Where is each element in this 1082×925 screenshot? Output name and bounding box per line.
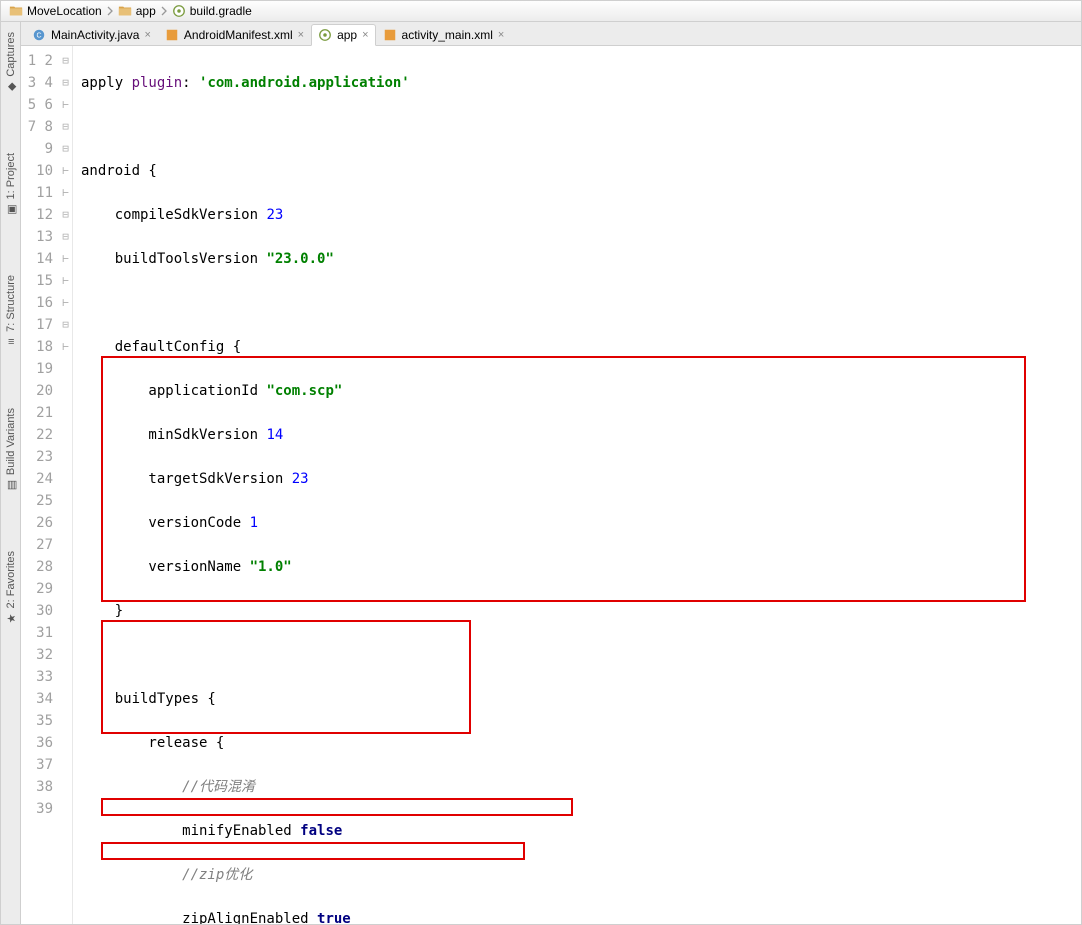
tab-manifest[interactable]: AndroidManifest.xml × <box>158 24 311 45</box>
tab-mainactivity[interactable]: C MainActivity.java × <box>25 24 158 45</box>
breadcrumb-label: MoveLocation <box>27 4 102 18</box>
structure-icon: ≡ <box>5 336 17 348</box>
breadcrumb-item-file[interactable]: build.gradle <box>168 2 256 20</box>
close-icon[interactable]: × <box>498 29 504 41</box>
highlight-box-files <box>101 842 525 860</box>
code-content[interactable]: apply plugin: 'com.android.application' … <box>73 46 1081 924</box>
fold-bar[interactable]: ⊟ ⊟ ⊢ ⊟ ⊟ ⊢ ⊢ ⊟ ⊟ ⊢ ⊢ ⊢ ⊟ ⊢ <box>59 46 73 924</box>
folder-icon <box>9 4 23 18</box>
chevron-right-icon <box>106 2 114 20</box>
xml-icon <box>165 28 179 42</box>
tab-label: AndroidManifest.xml <box>184 28 293 42</box>
main-area: ◆ Captures ▣ 1: Project ≡ 7: Structure ▤… <box>0 22 1082 925</box>
tool-label: 1: Project <box>5 153 17 199</box>
tool-project[interactable]: ▣ 1: Project <box>5 153 17 215</box>
tab-label: MainActivity.java <box>51 28 139 42</box>
folder-icon <box>118 4 132 18</box>
tab-label: activity_main.xml <box>402 28 493 42</box>
close-icon[interactable]: × <box>298 29 304 41</box>
breadcrumb-label: app <box>136 4 156 18</box>
breadcrumb-item-module[interactable]: app <box>114 2 160 20</box>
close-icon[interactable]: × <box>362 29 368 41</box>
breadcrumb-label: build.gradle <box>190 4 252 18</box>
highlight-box-sourcesets <box>101 620 471 734</box>
tool-favorites[interactable]: ★ 2: Favorites <box>5 551 17 624</box>
tool-captures[interactable]: ◆ Captures <box>5 32 17 93</box>
chevron-right-icon <box>160 2 168 20</box>
breadcrumb: MoveLocation app build.gradle <box>0 0 1082 22</box>
xml-icon <box>383 28 397 42</box>
line-gutter: 1 2 3 4 5 6 7 8 9 10 11 12 13 14 15 16 1… <box>21 46 59 924</box>
tool-build-variants[interactable]: ▤ Build Variants <box>5 408 17 491</box>
build-variants-icon: ▤ <box>5 479 17 491</box>
tab-label: app <box>337 28 357 42</box>
svg-text:C: C <box>36 33 41 40</box>
tool-label: 2: Favorites <box>5 551 17 608</box>
tab-activity-main[interactable]: activity_main.xml × <box>376 24 512 45</box>
editor-area: C MainActivity.java × AndroidManifest.xm… <box>21 22 1081 924</box>
editor-tabs: C MainActivity.java × AndroidManifest.xm… <box>21 22 1081 46</box>
captures-icon: ◆ <box>5 81 17 93</box>
breadcrumb-item-project[interactable]: MoveLocation <box>5 2 106 20</box>
code-editor[interactable]: 1 2 3 4 5 6 7 8 9 10 11 12 13 14 15 16 1… <box>21 46 1081 924</box>
gradle-icon <box>318 28 332 42</box>
java-icon: C <box>32 28 46 42</box>
tab-app[interactable]: app × <box>311 24 375 46</box>
gradle-icon <box>172 4 186 18</box>
tool-label: 7: Structure <box>5 275 17 332</box>
tool-label: Build Variants <box>5 408 17 475</box>
star-icon: ★ <box>5 613 17 625</box>
close-icon[interactable]: × <box>144 29 150 41</box>
project-icon: ▣ <box>5 203 17 215</box>
tool-label: Captures <box>5 32 17 77</box>
tool-window-bar: ◆ Captures ▣ 1: Project ≡ 7: Structure ▤… <box>1 22 21 924</box>
highlight-box-filetree <box>101 798 573 816</box>
tool-structure[interactable]: ≡ 7: Structure <box>5 275 17 348</box>
